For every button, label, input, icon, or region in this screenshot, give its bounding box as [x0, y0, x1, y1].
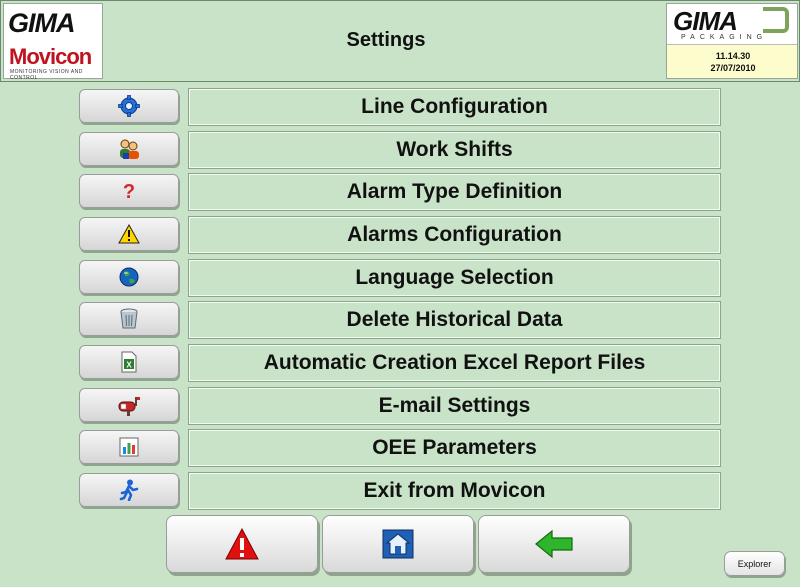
work-shifts-button[interactable]	[79, 132, 179, 166]
alarms-button[interactable]	[166, 515, 318, 573]
datetime-box: 11.14.30 27/07/2010	[667, 44, 797, 78]
delete-historical-data-label[interactable]: Delete Historical Data	[188, 301, 721, 339]
oee-parameters-label[interactable]: OEE Parameters	[188, 429, 721, 467]
language-selection-button[interactable]	[79, 260, 179, 294]
exit-from-movicon-button[interactable]	[79, 473, 179, 507]
language-selection-label[interactable]: Language Selection	[188, 259, 721, 297]
svg-text:?: ?	[123, 181, 135, 202]
globe-icon	[119, 267, 139, 287]
email-settings-button[interactable]	[79, 388, 179, 422]
delete-historical-data-button[interactable]	[79, 302, 179, 336]
menu-row-alarms-configuration: Alarms Configuration	[79, 216, 721, 254]
menu-row-delete-historical-data: Delete Historical Data	[79, 301, 721, 339]
excel-report-files-button[interactable]: X	[79, 345, 179, 379]
menu-row-language-selection: Language Selection	[79, 259, 721, 297]
trash-icon	[120, 308, 138, 329]
back-button[interactable]	[478, 515, 630, 573]
home-button[interactable]	[322, 515, 474, 573]
home-icon	[382, 529, 414, 559]
line-configuration-label[interactable]: Line Configuration	[188, 88, 721, 126]
exit-from-movicon-label[interactable]: Exit from Movicon	[188, 472, 721, 510]
header-bar: GIMA Movicon MONITORING VISION AND CONTR…	[0, 0, 800, 82]
alarm-type-definition-label[interactable]: Alarm Type Definition	[188, 173, 721, 211]
packaging-text: PACKAGING	[681, 34, 768, 41]
menu-row-alarm-type-definition: ? Alarm Type Definition	[79, 173, 721, 211]
svg-text:X: X	[126, 361, 132, 370]
back-arrow-icon	[535, 529, 573, 559]
settings-screen: GIMA Movicon MONITORING VISION AND CONTR…	[0, 0, 800, 587]
menu-row-line-configuration: Line Configuration	[79, 88, 721, 126]
menu-row-email-settings: E-mail Settings	[79, 387, 721, 425]
date-display: 27/07/2010	[710, 63, 756, 73]
chart-icon	[119, 437, 139, 457]
excel-report-files-label[interactable]: Automatic Creation Excel Report Files	[188, 344, 721, 382]
alarms-configuration-button[interactable]	[79, 217, 179, 251]
line-configuration-button[interactable]	[79, 89, 179, 123]
gima-packaging-logo: GIMA PACKAGING 11.14.30 27/07/2010	[666, 3, 798, 79]
work-shifts-label[interactable]: Work Shifts	[188, 131, 721, 169]
menu-row-oee-parameters: OEE Parameters	[79, 429, 721, 467]
question-icon: ?	[123, 181, 135, 202]
users-icon	[120, 139, 139, 159]
excel-icon: X	[121, 351, 137, 373]
page-title: Settings	[346, 29, 426, 51]
menu-row-work-shifts: Work Shifts	[79, 131, 721, 169]
oee-parameters-button[interactable]	[79, 430, 179, 464]
mailbox-icon	[118, 397, 140, 416]
gear-icon	[118, 95, 140, 117]
explorer-button[interactable]: Explorer	[724, 551, 785, 576]
alarm-type-definition-button[interactable]: ?	[79, 174, 179, 208]
movicon-logo: GIMA Movicon MONITORING VISION AND CONTR…	[3, 3, 103, 81]
packaging-mark-icon	[763, 7, 789, 33]
exit-runner-icon	[119, 479, 139, 501]
gima-packaging-brand: GIMA	[673, 6, 738, 36]
menu-row-excel-report-files: X Automatic Creation Excel Report Files	[79, 344, 721, 382]
alarm-triangle-icon	[225, 528, 259, 560]
movicon-logo-text: Movicon	[9, 44, 92, 69]
time-display: 11.14.30	[715, 51, 751, 61]
email-settings-label[interactable]: E-mail Settings	[188, 387, 721, 425]
gima-logo-text: GIMA	[8, 8, 75, 38]
movicon-tagline: MONITORING VISION AND CONTROL	[10, 69, 83, 81]
warning-icon	[118, 224, 140, 244]
alarms-configuration-label[interactable]: Alarms Configuration	[188, 216, 721, 254]
menu-row-exit-from-movicon: Exit from Movicon	[79, 472, 721, 510]
